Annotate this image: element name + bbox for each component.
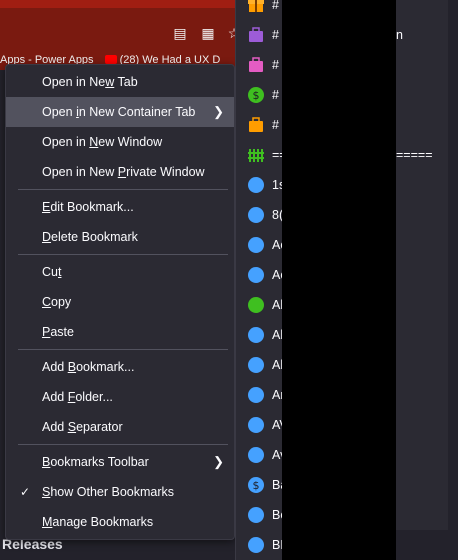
menu-separator xyxy=(18,349,228,350)
menu-open-new-private-window[interactable]: Open in New Private Window xyxy=(6,157,234,187)
gift-icon xyxy=(248,0,264,12)
bookmarks-menu-list-right: n ===== xyxy=(396,0,448,530)
bookmark-item[interactable]: Ac xyxy=(236,230,282,260)
globe-blue-icon xyxy=(248,267,264,283)
globe-blue-icon xyxy=(248,357,264,373)
menu-add-bookmark[interactable]: Add Bookmark... xyxy=(6,352,234,382)
menu-open-new-container-tab[interactable]: Open in New Container Tab ❯ xyxy=(6,97,234,127)
menu-paste[interactable]: Paste xyxy=(6,317,234,347)
svg-text:$: $ xyxy=(253,479,260,492)
globe-blue-icon xyxy=(248,207,264,223)
menu-add-folder[interactable]: Add Folder... xyxy=(6,382,234,412)
menu-show-other-bookmarks[interactable]: ✓ Show Other Bookmarks xyxy=(6,477,234,507)
bookmark-item[interactable]: Ac xyxy=(236,260,282,290)
menu-manage-bookmarks[interactable]: Manage Bookmarks xyxy=(6,507,234,537)
globe-blue-icon xyxy=(248,507,264,523)
globe-blue-icon xyxy=(248,327,264,343)
bookmark-item[interactable]: Ar xyxy=(236,380,282,410)
bookmark-item[interactable]: Be xyxy=(236,500,282,530)
bookmark-item[interactable]: # xyxy=(236,110,282,140)
bookmark-item[interactable]: Al xyxy=(236,350,282,380)
bookmark-text-fragment: n xyxy=(396,28,403,42)
grid-icon[interactable]: ▦ xyxy=(200,25,216,41)
globe-blue-icon xyxy=(248,387,264,403)
bookmark-item[interactable]: == xyxy=(236,140,282,170)
bookmark-item[interactable]: # xyxy=(236,50,282,80)
globe-blue-icon xyxy=(248,447,264,463)
context-menu: Open in New Tab Open in New Container Ta… xyxy=(5,64,235,540)
bookmark-item[interactable]: $ Ba xyxy=(236,470,282,500)
bookmarks-menu-list: # # # $ # # == 1s 8( Ac Ac Al Al xyxy=(235,0,282,560)
bookmark-item[interactable]: AV xyxy=(236,410,282,440)
globe-blue-icon xyxy=(248,237,264,253)
chevron-right-icon: ❯ xyxy=(213,454,224,469)
menu-delete-bookmark[interactable]: Delete Bookmark xyxy=(6,222,234,252)
briefcase-pink-icon xyxy=(249,57,263,72)
bookmark-item[interactable]: 8( xyxy=(236,200,282,230)
bookmark-item[interactable]: Al xyxy=(236,320,282,350)
redacted-region xyxy=(282,0,396,560)
menu-separator xyxy=(18,254,228,255)
bookmark-item[interactable]: # xyxy=(236,20,282,50)
youtube-icon xyxy=(104,55,117,64)
page-edge xyxy=(448,0,458,560)
menu-edit-bookmark[interactable]: Edit Bookmark... xyxy=(6,192,234,222)
globe-blue-icon xyxy=(248,177,264,193)
menu-separator xyxy=(18,189,228,190)
fence-icon xyxy=(248,149,264,162)
bookmark-item[interactable]: Av xyxy=(236,440,282,470)
briefcase-orange-icon xyxy=(249,117,263,132)
menu-open-new-tab[interactable]: Open in New Tab xyxy=(6,67,234,97)
dollar-green-icon: $ xyxy=(248,87,264,103)
globe-blue-icon xyxy=(248,417,264,433)
briefcase-purple-icon xyxy=(249,27,263,42)
bookmark-item[interactable]: # xyxy=(236,0,282,20)
chevron-right-icon: ❯ xyxy=(213,104,224,119)
bookmark-item[interactable]: 1s xyxy=(236,170,282,200)
menu-cut[interactable]: Cut xyxy=(6,257,234,287)
bookmark-item[interactable]: BE xyxy=(236,530,282,560)
dollar-blue-icon: $ xyxy=(248,477,264,493)
menu-open-new-window[interactable]: Open in New Window xyxy=(6,127,234,157)
reader-view-icon[interactable]: ▤ xyxy=(172,25,188,41)
bookmark-item[interactable]: $ # xyxy=(236,80,282,110)
globe-green-icon xyxy=(248,297,264,313)
menu-separator xyxy=(18,444,228,445)
separator-text-fragment: ===== xyxy=(396,148,433,162)
bookmark-item[interactable]: Al xyxy=(236,290,282,320)
svg-text:$: $ xyxy=(253,89,260,102)
menu-copy[interactable]: Copy xyxy=(6,287,234,317)
checkmark-icon: ✓ xyxy=(20,485,31,499)
globe-blue-icon xyxy=(248,537,264,553)
menu-add-separator[interactable]: Add Separator xyxy=(6,412,234,442)
menu-bookmarks-toolbar[interactable]: Bookmarks Toolbar ❯ xyxy=(6,447,234,477)
